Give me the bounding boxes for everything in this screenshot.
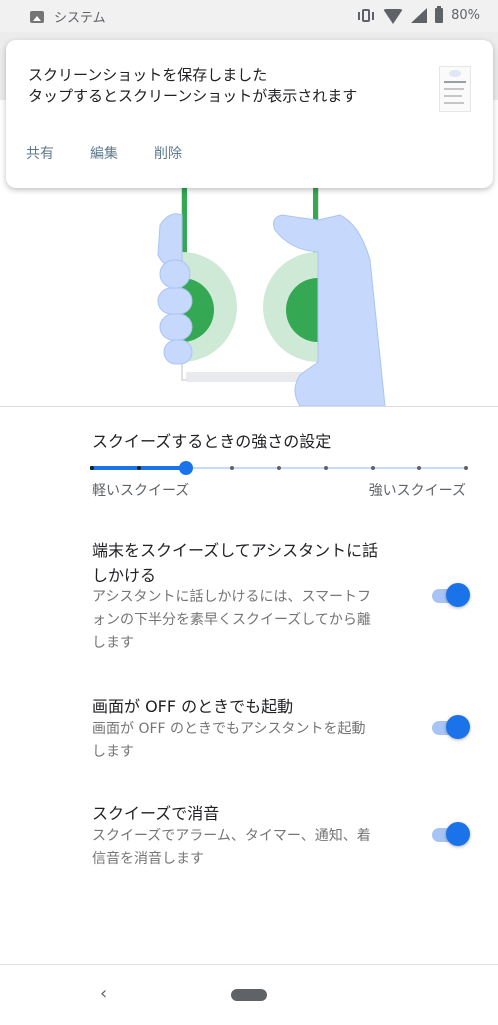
status-right: 80% bbox=[357, 6, 480, 24]
vibrate-icon bbox=[357, 8, 375, 24]
slider-tick bbox=[370, 466, 375, 470]
slider-tick bbox=[464, 466, 468, 470]
setting-summary: 画面が OFF のときでもアシスタントを起動 します bbox=[92, 718, 412, 764]
setting-title: スクイーズで消音 bbox=[92, 804, 220, 823]
setting-summary-line: 画面が OFF のときでもアシスタントを起動 bbox=[92, 721, 366, 737]
cell-signal-icon bbox=[411, 8, 428, 23]
setting-title: 画面が OFF のときでも起動 bbox=[92, 697, 294, 716]
section-divider bbox=[0, 406, 498, 407]
squeeze-strength-title: スクイーズするときの強さの設定 bbox=[92, 432, 332, 451]
home-pill-icon[interactable] bbox=[231, 989, 267, 1001]
setting-summary: アシスタントに話しかけるには、スマートフ ォンの下半分を素早くスクイーズしてから… bbox=[92, 586, 412, 655]
setting-summary: スクイーズでアラーム、タイマー、通知、着 信音を消音します bbox=[92, 825, 412, 871]
notification-title: スクリーンショットを保存しました bbox=[28, 66, 268, 84]
slider-tick bbox=[417, 466, 422, 470]
toggle-knob bbox=[446, 583, 470, 607]
toggle-knob bbox=[446, 822, 470, 846]
slider-min-label: 軽いスクイーズ bbox=[92, 483, 190, 499]
screenshot-thumbnail bbox=[439, 66, 471, 112]
slider-tick bbox=[90, 466, 94, 470]
setting-title-line: しかける bbox=[92, 566, 157, 585]
setting-squeeze-assistant[interactable]: 端末をスクイーズしてアシスタントに話 しかける アシスタントに話しかけるには、ス… bbox=[0, 536, 498, 666]
image-icon bbox=[30, 10, 44, 23]
delete-button[interactable]: 削除 bbox=[154, 143, 182, 163]
notification-subtitle: タップするとスクリーンショットが表示されます bbox=[28, 87, 358, 105]
setting-summary-line: します bbox=[92, 635, 134, 651]
status-bar: システム 80% bbox=[0, 0, 498, 32]
back-icon[interactable]: ‹ bbox=[100, 985, 114, 1003]
screenshot-notification[interactable]: スクリーンショットを保存しました タップするとスクリーンショットが表示されます … bbox=[6, 40, 493, 188]
setting-squeeze-silence[interactable]: スクイーズで消音 スクイーズでアラーム、タイマー、通知、着 信音を消音します bbox=[0, 799, 498, 879]
squeeze-assistant-toggle[interactable] bbox=[432, 583, 472, 609]
squeeze-strength-slider[interactable] bbox=[90, 458, 468, 478]
setting-title-line: 端末をスクイーズしてアシスタントに話 bbox=[92, 541, 379, 560]
phone-bottom bbox=[186, 372, 314, 382]
battery-percent: 80% bbox=[451, 8, 480, 23]
status-left: システム bbox=[30, 7, 106, 26]
status-app-label: システム bbox=[54, 11, 106, 26]
setting-screen-off[interactable]: 画面が OFF のときでも起動 画面が OFF のときでもアシスタントを起動 し… bbox=[0, 692, 498, 772]
slider-tick bbox=[136, 466, 141, 470]
navigation-bar: ‹ bbox=[0, 964, 498, 1025]
slider-tick bbox=[277, 466, 281, 470]
wifi-icon bbox=[383, 9, 404, 24]
setting-summary-line: します bbox=[92, 744, 134, 760]
notification-actions: 共有 編集 削除 bbox=[26, 143, 182, 163]
setting-summary-line: アシスタントに話しかけるには、スマートフ bbox=[92, 589, 372, 605]
setting-title: 端末をスクイーズしてアシスタントに話 しかける bbox=[92, 538, 412, 588]
slider-tick bbox=[323, 466, 328, 470]
notification-text: スクリーンショットを保存しました タップするとスクリーンショットが表示されます bbox=[28, 65, 418, 107]
toggle-knob bbox=[446, 715, 470, 739]
squeeze-silence-toggle[interactable] bbox=[432, 822, 472, 848]
share-button[interactable]: 共有 bbox=[26, 143, 54, 163]
setting-summary-line: 信音を消音します bbox=[92, 851, 204, 867]
battery-icon bbox=[435, 6, 444, 23]
screen-off-toggle[interactable] bbox=[432, 715, 472, 741]
slider-tick bbox=[230, 466, 235, 470]
setting-summary-line: スクイーズでアラーム、タイマー、通知、着 bbox=[92, 828, 371, 844]
slider-thumb[interactable] bbox=[178, 461, 193, 475]
setting-summary-line: ォンの下半分を素早くスクイーズしてから離 bbox=[92, 612, 371, 628]
edit-button[interactable]: 編集 bbox=[90, 143, 118, 163]
slider-max-label: 強いスクイーズ bbox=[368, 483, 466, 499]
